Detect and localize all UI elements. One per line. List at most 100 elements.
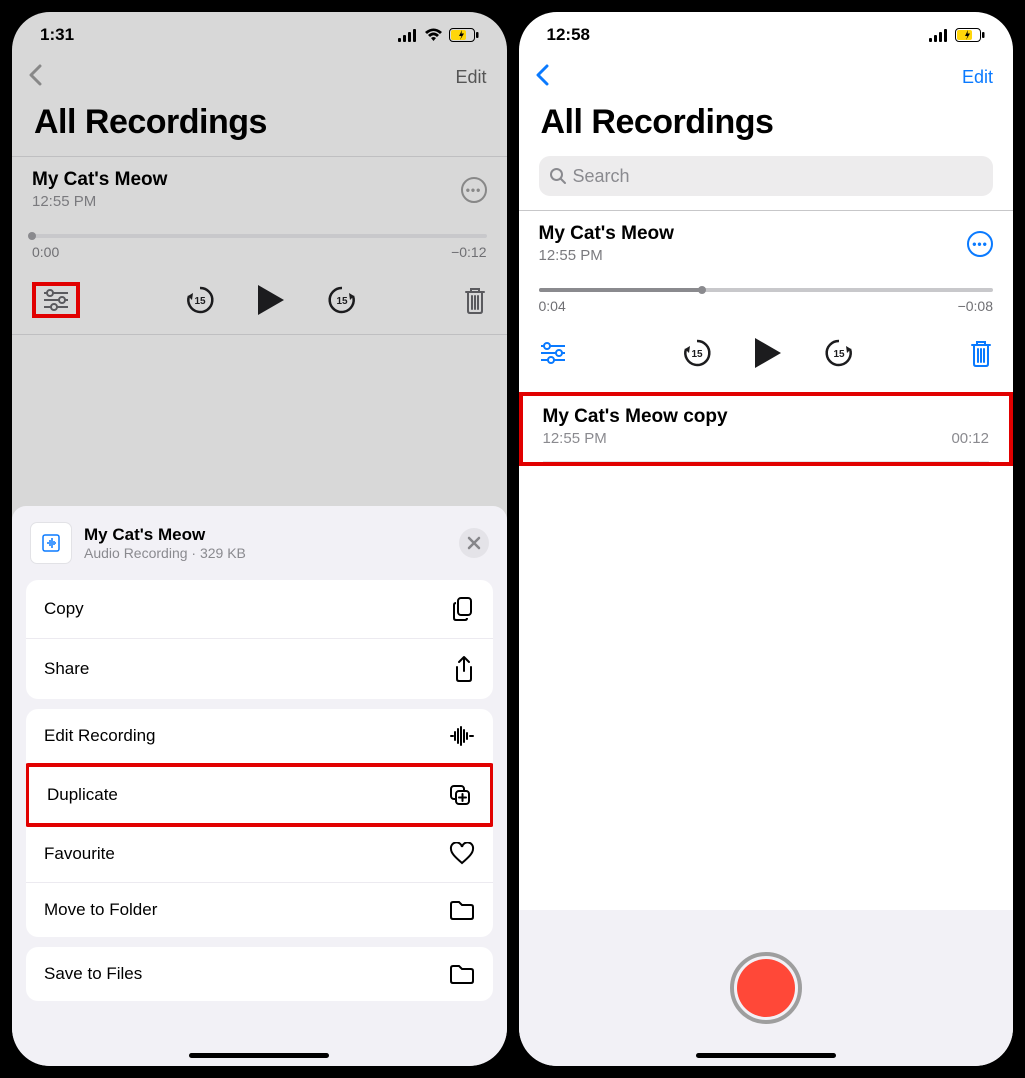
recording-title: My Cat's Meow copy	[543, 406, 990, 428]
status-time: 12:58	[547, 25, 590, 45]
list-item[interactable]: My Cat's Meow copy 12:55 PM 00:12	[523, 396, 1010, 461]
skip-back-15-icon: 15	[184, 284, 216, 316]
audio-file-icon	[39, 531, 63, 555]
sliders-icon	[42, 288, 70, 312]
recording-title: My Cat's Meow	[539, 223, 674, 245]
recording-time: 12:55 PM	[539, 247, 674, 264]
playback-controls: 15 15	[12, 268, 507, 334]
status-bar: 12:58	[519, 12, 1014, 58]
delete-button[interactable]	[463, 286, 487, 314]
action-label: Move to Folder	[44, 900, 157, 920]
edit-button[interactable]: Edit	[455, 67, 486, 88]
scrubber[interactable]: 0:04 −0:08	[539, 288, 994, 314]
phone-right: 12:58 Edit All Recordings Search My Cat'…	[519, 12, 1014, 1066]
action-save-to-files[interactable]: Save to Files	[26, 947, 493, 1001]
sheet-thumbnail	[30, 522, 72, 564]
sheet-close-button[interactable]	[459, 528, 489, 558]
playback-controls: 15 15	[519, 322, 1014, 386]
skip-back-button[interactable]: 15	[184, 284, 216, 316]
scrub-position: 0:00	[32, 244, 59, 260]
delete-button[interactable]	[969, 339, 993, 367]
action-edit-recording[interactable]: Edit Recording	[26, 709, 493, 764]
filters-button[interactable]	[539, 341, 567, 365]
trash-icon	[969, 339, 993, 367]
play-icon	[256, 283, 286, 317]
svg-text:15: 15	[195, 296, 207, 307]
play-button[interactable]	[753, 336, 783, 370]
page-title: All Recordings	[12, 95, 507, 156]
nav-row: Edit	[519, 58, 1014, 95]
skip-forward-15-icon: 15	[326, 284, 358, 316]
sheet-title: My Cat's Meow	[84, 525, 246, 545]
recording-duration: 00:12	[951, 430, 989, 447]
copy-icon	[451, 596, 475, 622]
more-button[interactable]: •••	[461, 177, 487, 203]
nav-row: Edit	[12, 58, 507, 95]
action-share[interactable]: Share	[26, 639, 493, 699]
status-icons	[398, 28, 479, 42]
search-icon	[549, 167, 567, 185]
status-icons	[929, 28, 985, 42]
scrub-position: 0:04	[539, 298, 566, 314]
chevron-left-icon	[535, 64, 549, 86]
status-time: 1:31	[40, 25, 74, 45]
action-label: Edit Recording	[44, 726, 156, 746]
action-label: Save to Files	[44, 964, 142, 984]
cellular-icon	[398, 29, 418, 42]
action-copy[interactable]: Copy	[26, 580, 493, 639]
svg-text:15: 15	[337, 296, 349, 307]
battery-charging-icon	[449, 28, 479, 42]
recording-item[interactable]: My Cat's Meow 12:55 PM ••• 0:00 −0:12	[12, 157, 507, 268]
sheet-header: My Cat's Meow Audio Recording · 329 KB	[26, 520, 493, 580]
recording-item[interactable]: My Cat's Meow 12:55 PM ••• 0:04 −0:08	[519, 211, 1014, 322]
skip-back-15-icon: 15	[681, 337, 713, 369]
more-button[interactable]: •••	[967, 231, 993, 257]
record-icon	[737, 959, 795, 1017]
cellular-icon	[929, 29, 949, 42]
action-duplicate[interactable]: Duplicate	[26, 763, 493, 827]
skip-back-button[interactable]: 15	[681, 337, 713, 369]
action-label: Favourite	[44, 844, 115, 864]
battery-charging-icon	[955, 28, 985, 42]
recording-time: 12:55 PM	[32, 193, 167, 210]
action-move-to-folder[interactable]: Move to Folder	[26, 883, 493, 937]
highlight-box: My Cat's Meow copy 12:55 PM 00:12	[519, 392, 1014, 466]
edit-button[interactable]: Edit	[962, 67, 993, 88]
recording-title: My Cat's Meow	[32, 169, 167, 191]
heart-icon	[449, 842, 475, 866]
highlight-box	[32, 282, 80, 318]
svg-text:15: 15	[833, 349, 845, 360]
page-title: All Recordings	[519, 95, 1014, 156]
share-icon	[453, 655, 475, 683]
record-dock	[519, 910, 1014, 1066]
record-button[interactable]	[730, 952, 802, 1024]
skip-forward-15-icon: 15	[823, 337, 855, 369]
action-group-3: Save to Files	[26, 947, 493, 1001]
scrub-remaining: −0:12	[451, 244, 486, 260]
skip-forward-button[interactable]: 15	[326, 284, 358, 316]
action-group-1: Copy Share	[26, 580, 493, 699]
duplicate-icon	[448, 783, 472, 807]
scrubber[interactable]: 0:00 −0:12	[32, 234, 487, 260]
trash-icon	[463, 286, 487, 314]
home-indicator[interactable]	[189, 1053, 329, 1058]
close-icon	[467, 536, 481, 550]
sliders-icon	[539, 341, 567, 365]
svg-text:15: 15	[691, 349, 703, 360]
play-button[interactable]	[256, 283, 286, 317]
search-field[interactable]: Search	[539, 156, 994, 196]
filters-button[interactable]	[42, 288, 70, 312]
play-icon	[753, 336, 783, 370]
share-sheet: My Cat's Meow Audio Recording · 329 KB C…	[12, 506, 507, 1066]
back-button[interactable]	[28, 64, 42, 91]
action-label: Copy	[44, 599, 84, 619]
skip-forward-button[interactable]: 15	[823, 337, 855, 369]
folder-icon	[449, 963, 475, 985]
phone-left: 1:31 Edit All Recordings My Cat's Meow 1…	[12, 12, 507, 1066]
search-placeholder: Search	[573, 166, 630, 187]
action-favourite[interactable]: Favourite	[26, 826, 493, 883]
folder-icon	[449, 899, 475, 921]
home-indicator[interactable]	[696, 1053, 836, 1058]
back-button[interactable]	[535, 64, 549, 91]
scrub-remaining: −0:08	[958, 298, 993, 314]
